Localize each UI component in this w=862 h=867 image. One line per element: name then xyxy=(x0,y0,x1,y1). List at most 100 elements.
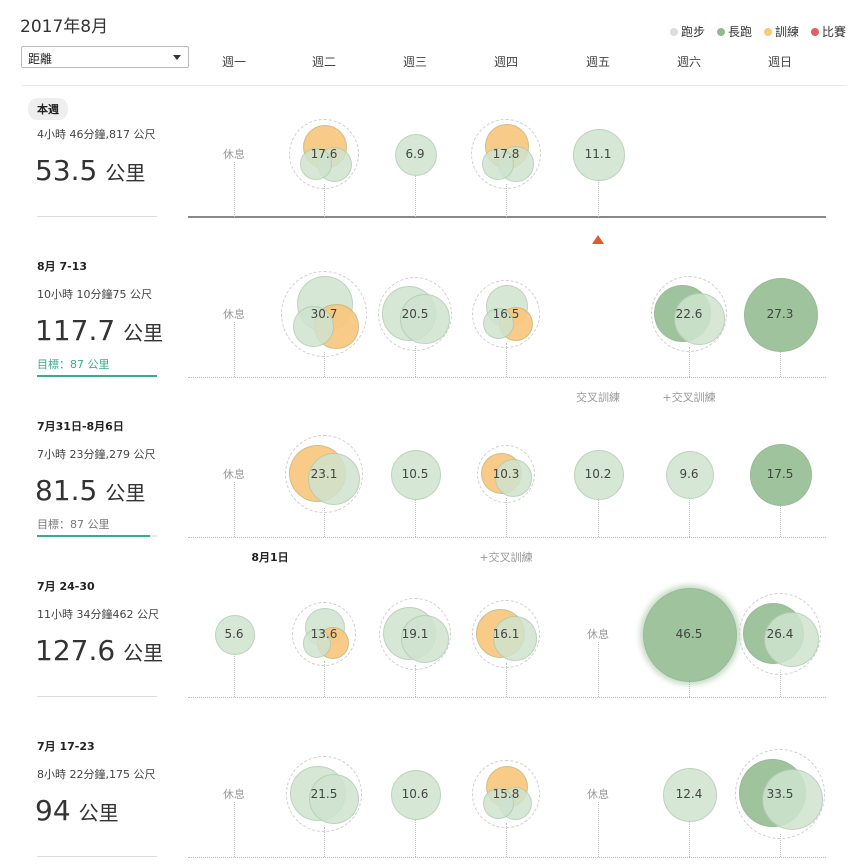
run-distance-label: 20.5 xyxy=(401,307,429,321)
run-distance-label: 23.1 xyxy=(310,467,338,481)
metric-selected-value: 距離 xyxy=(28,52,53,66)
day-stem xyxy=(780,503,781,537)
day-stem xyxy=(598,178,599,217)
run-distance-label: 26.4 xyxy=(766,627,794,641)
legend-dot-icon xyxy=(716,27,725,36)
run-distance-label: 17.8 xyxy=(492,147,520,161)
legend-item: 比賽 xyxy=(810,23,846,40)
run-distance-label: 9.6 xyxy=(679,467,699,481)
day-stem xyxy=(324,660,325,697)
week-total-unit: 公里 xyxy=(105,481,146,505)
legend-label: 跑步 xyxy=(680,25,705,39)
metric-dropdown[interactable]: 距離 xyxy=(21,46,189,68)
legend-label: 長跑 xyxy=(727,25,752,39)
day-stem xyxy=(598,802,599,857)
run-distance-label: 22.6 xyxy=(675,307,703,321)
week-baseline xyxy=(188,377,826,378)
week-total: 117.7 公里 xyxy=(35,314,163,347)
legend-label: 比賽 xyxy=(821,25,846,39)
week-baseline xyxy=(188,537,826,538)
legend-dot-icon xyxy=(669,27,678,36)
run-distance-label: 10.5 xyxy=(401,467,429,481)
day-stem xyxy=(689,497,690,537)
day-stem xyxy=(506,822,507,857)
day-stem xyxy=(234,162,235,217)
day-stem xyxy=(506,662,507,697)
day-stem xyxy=(506,497,507,537)
week-total-value: 94 xyxy=(35,794,71,827)
run-distance-label: 30.7 xyxy=(310,307,338,321)
week-divider xyxy=(37,696,157,697)
day-header-6: 週六 xyxy=(676,55,702,69)
run-distance-label: 27.3 xyxy=(766,307,794,321)
day-stem xyxy=(689,680,690,697)
week-stats: 11小時 34分鐘462 公尺 xyxy=(37,608,159,621)
run-distance-label: 10.3 xyxy=(492,467,520,481)
run-distance-label: 17.5 xyxy=(766,467,794,481)
run-distance-label: 19.1 xyxy=(401,627,429,641)
day-stem xyxy=(234,652,235,697)
legend-label: 訓練 xyxy=(774,25,799,39)
day-header-2: 週二 xyxy=(311,55,337,69)
day-header-7: 週日 xyxy=(767,55,793,69)
day-stem xyxy=(598,497,599,537)
run-distance-label: 33.5 xyxy=(766,787,794,801)
week-total: 81.5 公里 xyxy=(35,474,145,507)
week-label: 8月 7-13 xyxy=(37,260,88,273)
day-stem xyxy=(234,322,235,377)
run-distance-label: 46.5 xyxy=(675,627,703,641)
week-total-unit: 公里 xyxy=(123,641,164,665)
header-divider xyxy=(22,85,846,86)
goal-progress-bar xyxy=(37,375,157,377)
week-note: 8月1日 xyxy=(251,551,289,564)
week-divider xyxy=(37,216,157,217)
rest-day-label: 休息 xyxy=(587,788,609,801)
day-stem xyxy=(415,174,416,217)
week-goal: 目標：87 公里 xyxy=(37,358,110,371)
goal-progress-fill xyxy=(37,535,150,537)
legend-item: 訓練 xyxy=(763,23,799,40)
legend-dot-icon xyxy=(810,27,819,36)
rest-day-label: 休息 xyxy=(223,148,245,161)
run-distance-label: 16.5 xyxy=(492,307,520,321)
day-stem xyxy=(598,642,599,697)
run-distance-label: 10.6 xyxy=(401,787,429,801)
today-marker-icon xyxy=(592,235,604,244)
rest-day-label: 休息 xyxy=(223,308,245,321)
week-goal: 目標：87 公里 xyxy=(37,518,110,531)
rest-day-label: 休息 xyxy=(587,628,609,641)
week-label: 本週 xyxy=(28,98,68,120)
goal-progress-fill xyxy=(37,375,157,377)
day-stem xyxy=(780,350,781,377)
run-distance-label: 5.6 xyxy=(224,627,244,641)
month-title: 2017年8月 xyxy=(20,17,109,37)
week-label: 7月 17-23 xyxy=(37,740,95,753)
week-total-value: 81.5 xyxy=(35,474,98,507)
week-total-unit: 公里 xyxy=(105,161,146,185)
week-stats: 4小時 46分鐘,817 公尺 xyxy=(37,128,156,141)
week-label: 7月31日-8月6日 xyxy=(37,420,124,433)
week-label: 7月 24-30 xyxy=(37,580,95,593)
goal-progress-bar xyxy=(37,535,157,537)
run-distance-label: 13.6 xyxy=(310,627,338,641)
run-distance-label: 16.1 xyxy=(492,627,520,641)
week-total-value: 53.5 xyxy=(35,154,98,187)
legend-item: 長跑 xyxy=(716,23,752,40)
day-stem xyxy=(234,482,235,537)
week-baseline xyxy=(188,216,826,218)
run-distance-label: 10.2 xyxy=(584,467,612,481)
week-stats: 7小時 23分鐘,279 公尺 xyxy=(37,448,156,461)
rest-day-label: 休息 xyxy=(223,468,245,481)
week-total-value: 117.7 xyxy=(35,314,116,347)
day-stem xyxy=(234,802,235,857)
run-distance-label: 17.6 xyxy=(310,147,338,161)
run-distance-label: 15.8 xyxy=(492,787,520,801)
week-total-unit: 公里 xyxy=(78,801,119,825)
week-total-value: 127.6 xyxy=(35,634,116,667)
legend-dot-icon xyxy=(763,27,772,36)
week-stats: 10小時 10分鐘75 公尺 xyxy=(37,288,152,301)
week-total: 127.6 公里 xyxy=(35,634,163,667)
chevron-down-icon xyxy=(173,55,181,60)
week-baseline xyxy=(188,857,826,858)
legend: 跑步 長跑 訓練 比賽 xyxy=(669,23,846,40)
